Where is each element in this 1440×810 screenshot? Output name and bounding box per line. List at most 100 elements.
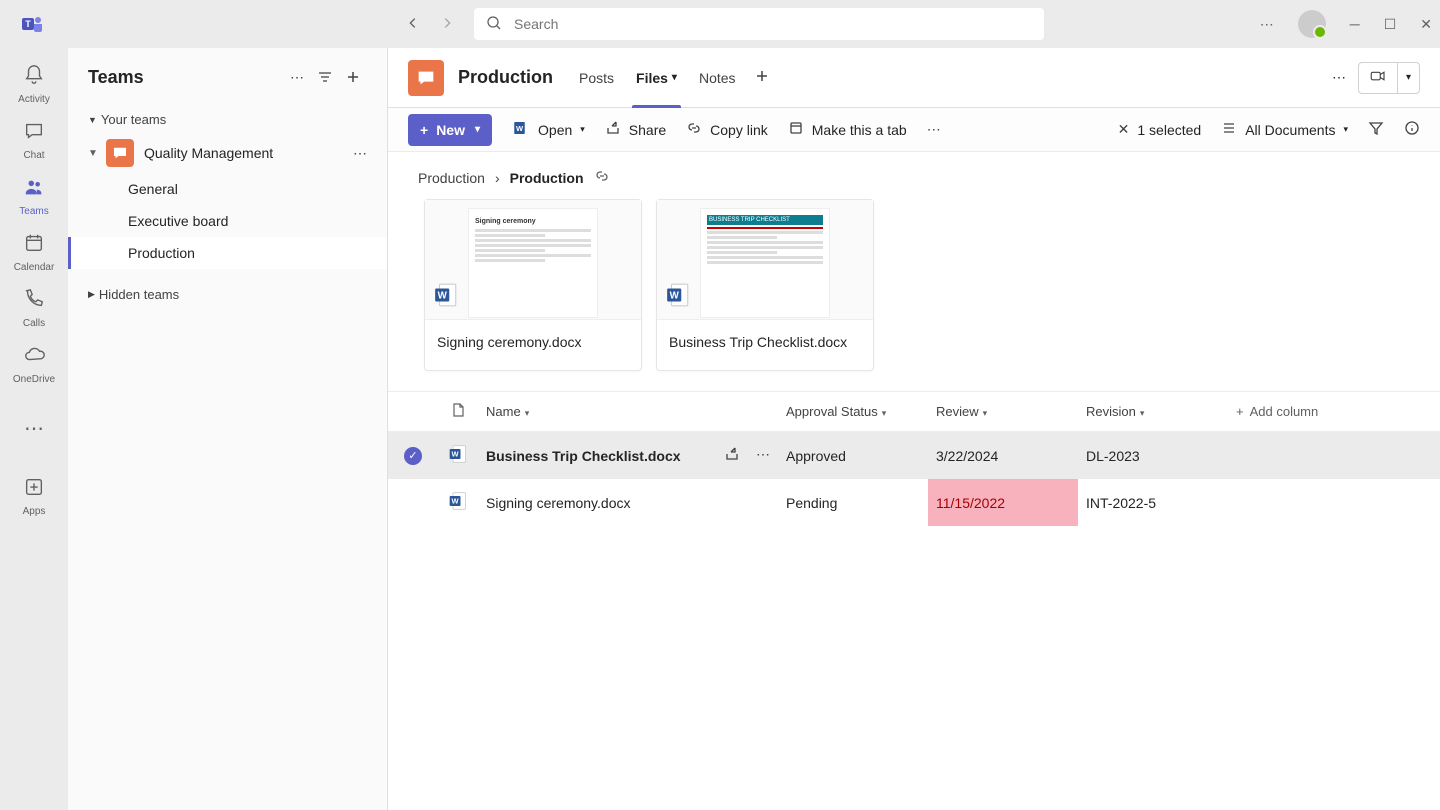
copy-link-button[interactable]: Copy link (686, 120, 768, 139)
window-close-icon[interactable]: ✕ (1420, 16, 1432, 33)
rail-more[interactable]: ⋯ (0, 400, 68, 456)
approval-header[interactable]: Approval Status▾ (778, 392, 928, 432)
window-maximize-icon[interactable]: ☐ (1384, 16, 1397, 33)
file-table: Name▾ Approval Status▾ Review▾ Revision▾… (388, 391, 1440, 526)
caret-down-icon: ▼ (88, 148, 96, 159)
info-button[interactable] (1404, 120, 1420, 139)
teams-filter-button[interactable] (311, 63, 339, 91)
document-card[interactable]: BUSINESS TRIP CHECKLIST W Business Trip … (656, 199, 874, 371)
caret-down-icon: ▼ (88, 115, 97, 125)
team-more-button[interactable]: ⋯ (353, 145, 367, 162)
approval-cell: Pending (778, 479, 928, 526)
channel-executive-board[interactable]: Executive board (68, 205, 387, 237)
review-header[interactable]: Review▾ (928, 392, 1078, 432)
svg-text:W: W (516, 124, 524, 133)
chevron-down-icon: ▾ (882, 408, 887, 418)
rail-calls[interactable]: Calls (0, 280, 68, 336)
rail-calendar[interactable]: Calendar (0, 224, 68, 280)
svg-text:W: W (670, 290, 680, 301)
breadcrumb-root[interactable]: Production (418, 170, 485, 186)
card-thumbnail: BUSINESS TRIP CHECKLIST W (657, 200, 873, 320)
nav-back-icon[interactable] (406, 16, 420, 33)
close-icon: ✕ (1118, 121, 1130, 138)
word-icon: W (665, 282, 691, 311)
open-label: Open (538, 122, 572, 138)
share-button[interactable]: Share (605, 120, 666, 139)
add-column-button[interactable]: +Add column (1228, 392, 1440, 432)
chevron-down-icon: ▾ (672, 72, 677, 83)
row-select-checkbox[interactable]: ✓ (404, 447, 422, 465)
tab-posts[interactable]: Posts (575, 48, 618, 108)
search-input[interactable] (514, 16, 1032, 32)
video-icon (1369, 67, 1387, 88)
your-teams-section[interactable]: ▼ Your teams (68, 106, 387, 133)
link-icon[interactable] (594, 168, 610, 187)
type-header[interactable] (438, 392, 478, 432)
word-icon: W (438, 432, 478, 480)
channel-general[interactable]: General (68, 173, 387, 205)
channel-production[interactable]: Production (68, 237, 387, 269)
svg-text:W: W (452, 450, 460, 459)
user-avatar[interactable] (1298, 10, 1326, 38)
open-button[interactable]: W Open ▾ (512, 119, 585, 140)
make-tab-button[interactable]: Make this a tab (788, 120, 907, 139)
section-label-text: Hidden teams (99, 287, 179, 302)
file-name[interactable]: Signing ceremony.docx (486, 495, 630, 511)
new-button[interactable]: + New ▾ (408, 114, 492, 146)
rail-label: Activity (18, 94, 50, 105)
teams-logo-icon: T (8, 12, 56, 36)
word-icon: W (438, 479, 478, 526)
view-switcher[interactable]: All Documents ▾ (1221, 120, 1348, 139)
tab-files[interactable]: Files ▾ (632, 48, 681, 108)
share-icon[interactable] (724, 446, 740, 465)
channel-header: Production Posts Files ▾ Notes ⋯ ▾ (388, 48, 1440, 108)
search-box[interactable] (474, 8, 1044, 40)
list-icon (1221, 120, 1237, 139)
rail-label: Chat (23, 150, 44, 161)
rail-activity[interactable]: Activity (0, 56, 68, 112)
more-options-icon[interactable]: ⋯ (1260, 16, 1274, 33)
select-all-header[interactable] (388, 392, 438, 432)
tab-notes[interactable]: Notes (695, 48, 740, 108)
copy-link-label: Copy link (710, 122, 768, 138)
hidden-teams-section[interactable]: ▶ Hidden teams (68, 281, 387, 308)
name-header[interactable]: Name▾ (478, 392, 778, 432)
main-content: Production Posts Files ▾ Notes ⋯ ▾ + New… (388, 48, 1440, 810)
revision-header[interactable]: Revision▾ (1078, 392, 1228, 432)
rail-teams[interactable]: Teams (0, 168, 68, 224)
channel-title: Production (458, 67, 553, 88)
approval-cell: Approved (778, 432, 928, 480)
teams-add-button[interactable] (339, 63, 367, 91)
filter-button[interactable] (1368, 120, 1384, 139)
team-avatar-icon (106, 139, 134, 167)
clear-selection-button[interactable]: ✕ 1 selected (1118, 121, 1202, 138)
chevron-down-icon: ▾ (475, 124, 480, 135)
teams-more-button[interactable]: ⋯ (283, 63, 311, 91)
table-row[interactable]: ✓ W Business Trip Checklist.docx ⋯ Approv… (388, 432, 1440, 480)
rail-apps[interactable]: Apps (0, 468, 68, 524)
rail-chat[interactable]: Chat (0, 112, 68, 168)
more-icon: ⋯ (24, 416, 44, 441)
rail-onedrive[interactable]: OneDrive (0, 336, 68, 392)
svg-text:W: W (438, 290, 448, 301)
rail-label: Calls (23, 318, 45, 329)
chevron-down-icon: ▾ (1343, 124, 1348, 135)
view-label: All Documents (1245, 122, 1335, 138)
team-name: Quality Management (144, 145, 273, 161)
new-label: New (436, 122, 465, 138)
share-label: Share (629, 122, 666, 138)
table-row[interactable]: W Signing ceremony.docx Pending 11/15/20… (388, 479, 1440, 526)
document-card[interactable]: Signing ceremony W Signing ceremony.docx (424, 199, 642, 371)
channel-more-button[interactable]: ⋯ (1332, 69, 1346, 86)
nav-forward-icon[interactable] (440, 16, 454, 33)
team-row[interactable]: ▼ Quality Management ⋯ (68, 133, 387, 173)
file-name[interactable]: Business Trip Checklist.docx (486, 448, 724, 464)
row-more-button[interactable]: ⋯ (756, 446, 770, 465)
teams-panel: Teams ⋯ ▼ Your teams ▼ Quality Managemen… (68, 48, 388, 810)
window-minimize-icon[interactable]: ─ (1350, 16, 1360, 33)
meet-dropdown[interactable]: ▾ (1397, 63, 1419, 93)
svg-text:W: W (452, 497, 460, 506)
toolbar-more-button[interactable]: ⋯ (927, 121, 941, 138)
add-tab-button[interactable] (754, 68, 770, 87)
meet-button[interactable]: ▾ (1358, 62, 1420, 94)
